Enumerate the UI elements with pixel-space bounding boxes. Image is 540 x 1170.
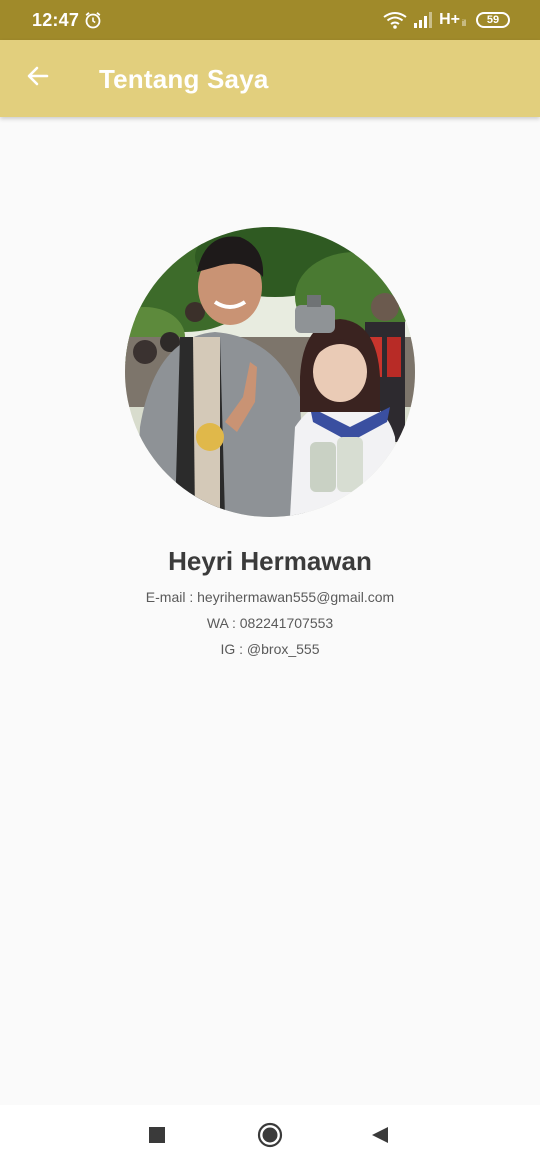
status-icons: H+ il 59 <box>383 9 510 31</box>
home-button[interactable] <box>250 1117 290 1157</box>
wifi-icon <box>383 11 407 29</box>
alarm-icon <box>84 11 102 29</box>
network-type: H+ <box>439 11 460 28</box>
back-button[interactable] <box>16 56 60 100</box>
recent-apps-button[interactable] <box>137 1117 177 1157</box>
battery-icon: 59 <box>476 12 510 28</box>
status-bar: 12:47 H+ il 59 <box>0 0 540 40</box>
profile-name: Heyri Hermawan <box>168 546 372 576</box>
battery-level: 59 <box>486 14 500 26</box>
back-icon <box>370 1125 390 1150</box>
profile-email: E-mail : heyrihermawan555@gmail.com <box>145 589 395 605</box>
profile-whatsapp: WA : 082241707553 <box>206 615 334 631</box>
recent-apps-icon <box>148 1126 166 1149</box>
profile-instagram: IG : @brox_555 <box>220 641 320 657</box>
app-bar: Tentang Saya <box>0 40 540 117</box>
network-sub: il <box>462 18 466 28</box>
home-icon <box>257 1122 283 1153</box>
profile-avatar <box>125 227 415 517</box>
navigation-bar <box>0 1105 540 1170</box>
back-arrow-icon <box>26 64 50 93</box>
signal-icon <box>413 12 433 28</box>
status-time: 12:47 <box>32 10 80 30</box>
nav-back-button[interactable] <box>360 1117 400 1157</box>
page-title: Tentang Saya <box>99 64 269 94</box>
